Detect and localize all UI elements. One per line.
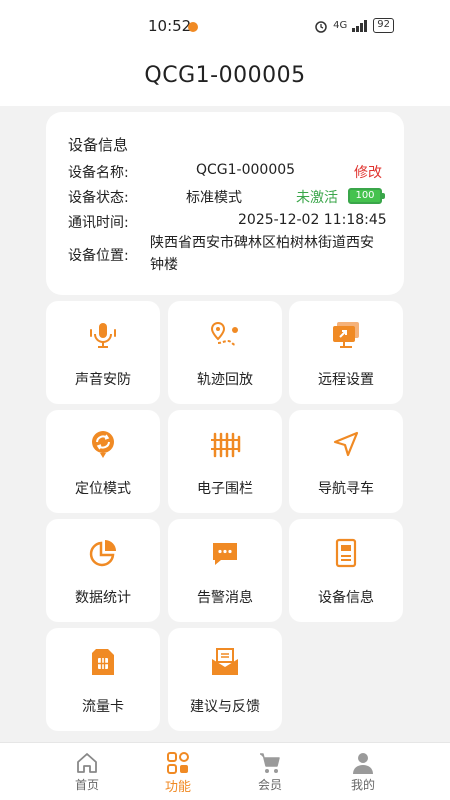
grid-icon <box>167 752 189 774</box>
tile-geo-fence[interactable]: 电子围栏 <box>168 410 282 513</box>
tile-statistics[interactable]: 数据统计 <box>46 519 160 622</box>
signal-type: 4G <box>333 20 348 31</box>
tile-label: 流量卡 <box>82 699 124 715</box>
fence-icon <box>211 432 241 458</box>
device-name-label: 设备名称: <box>68 165 129 181</box>
nav-item-home[interactable]: 首页 <box>37 743 137 800</box>
tile-label: 导航寻车 <box>318 481 374 497</box>
battery-badge: 100 <box>348 188 385 204</box>
nav-label: 首页 <box>74 778 99 792</box>
location-sync-icon <box>92 431 114 458</box>
edit-name-button[interactable]: 修改 <box>354 162 382 182</box>
tile-label: 声音安防 <box>75 372 131 388</box>
device-icon <box>335 538 357 568</box>
location-value: 陕西省西安市碑林区柏树林街道西安钟楼 <box>150 235 374 273</box>
mail-icon <box>212 648 238 675</box>
tile-navigation[interactable]: 导航寻车 <box>289 410 403 513</box>
nav-label: 会员 <box>257 778 282 792</box>
tile-label: 告警消息 <box>197 590 253 606</box>
device-info-heading: 设备信息 <box>68 136 129 154</box>
tile-alerts[interactable]: 告警消息 <box>168 519 282 622</box>
activation-status: 未激活 <box>296 190 338 206</box>
device-info-card: 设备信息 设备名称: QCG1-000005 修改 设备状态: 标准模式 未激活… <box>46 112 404 295</box>
navigation-icon <box>333 431 359 457</box>
tile-label: 电子围栏 <box>197 481 253 497</box>
nav-label: 我的 <box>350 778 375 792</box>
tile-remote-settings[interactable]: 远程设置 <box>289 301 403 404</box>
notification-dot-icon <box>188 22 198 32</box>
comm-time-value: 2025-12-02 11:18:45 <box>238 212 387 228</box>
pie-chart-icon <box>89 540 116 567</box>
tile-sound-security[interactable]: 声音安防 <box>46 301 160 404</box>
microphone-icon <box>90 323 116 348</box>
sim-card-icon <box>92 649 114 675</box>
page-header: QCG1-000005 <box>0 52 450 106</box>
comm-time-label: 通讯时间: <box>68 215 129 231</box>
user-icon <box>353 753 373 774</box>
status-indicators: 4G 92 <box>314 18 394 33</box>
tile-label: 建议与反馈 <box>190 699 260 715</box>
route-icon <box>210 321 238 346</box>
signal-bars-icon <box>352 19 368 32</box>
nav-item-profile[interactable]: 我的 <box>313 743 413 800</box>
tile-device-info[interactable]: 设备信息 <box>289 519 403 622</box>
location-label: 设备位置: <box>68 248 129 264</box>
nav-label: 功能 <box>164 780 191 795</box>
page-title: QCG1-000005 <box>144 63 306 88</box>
bottom-nav: 首页 功能 会员 我的 <box>0 742 450 800</box>
remote-screen-icon <box>333 322 359 348</box>
tile-label: 数据统计 <box>75 590 131 606</box>
device-name-value: QCG1-000005 <box>196 162 296 178</box>
tile-data-card[interactable]: 流量卡 <box>46 628 160 731</box>
status-time: 10:52 <box>148 17 192 35</box>
device-status-value: 标准模式 <box>186 190 242 206</box>
tile-feedback[interactable]: 建议与反馈 <box>168 628 282 731</box>
nav-item-membership[interactable]: 会员 <box>220 743 320 800</box>
alarm-icon <box>315 20 327 33</box>
device-status-label: 设备状态: <box>68 190 129 206</box>
tile-track-playback[interactable]: 轨迹回放 <box>168 301 282 404</box>
message-icon <box>213 543 237 565</box>
tile-label: 轨迹回放 <box>197 372 253 388</box>
tile-location-mode[interactable]: 定位模式 <box>46 410 160 513</box>
battery-indicator: 92 <box>373 18 394 33</box>
cart-icon <box>260 753 280 773</box>
tile-label: 设备信息 <box>318 590 374 606</box>
tile-label: 远程设置 <box>318 372 374 388</box>
nav-item-functions[interactable]: 功能 <box>128 743 228 800</box>
tile-label: 定位模式 <box>75 481 131 497</box>
home-icon <box>77 753 97 773</box>
status-bar: 10:52 4G 92 <box>0 0 450 52</box>
